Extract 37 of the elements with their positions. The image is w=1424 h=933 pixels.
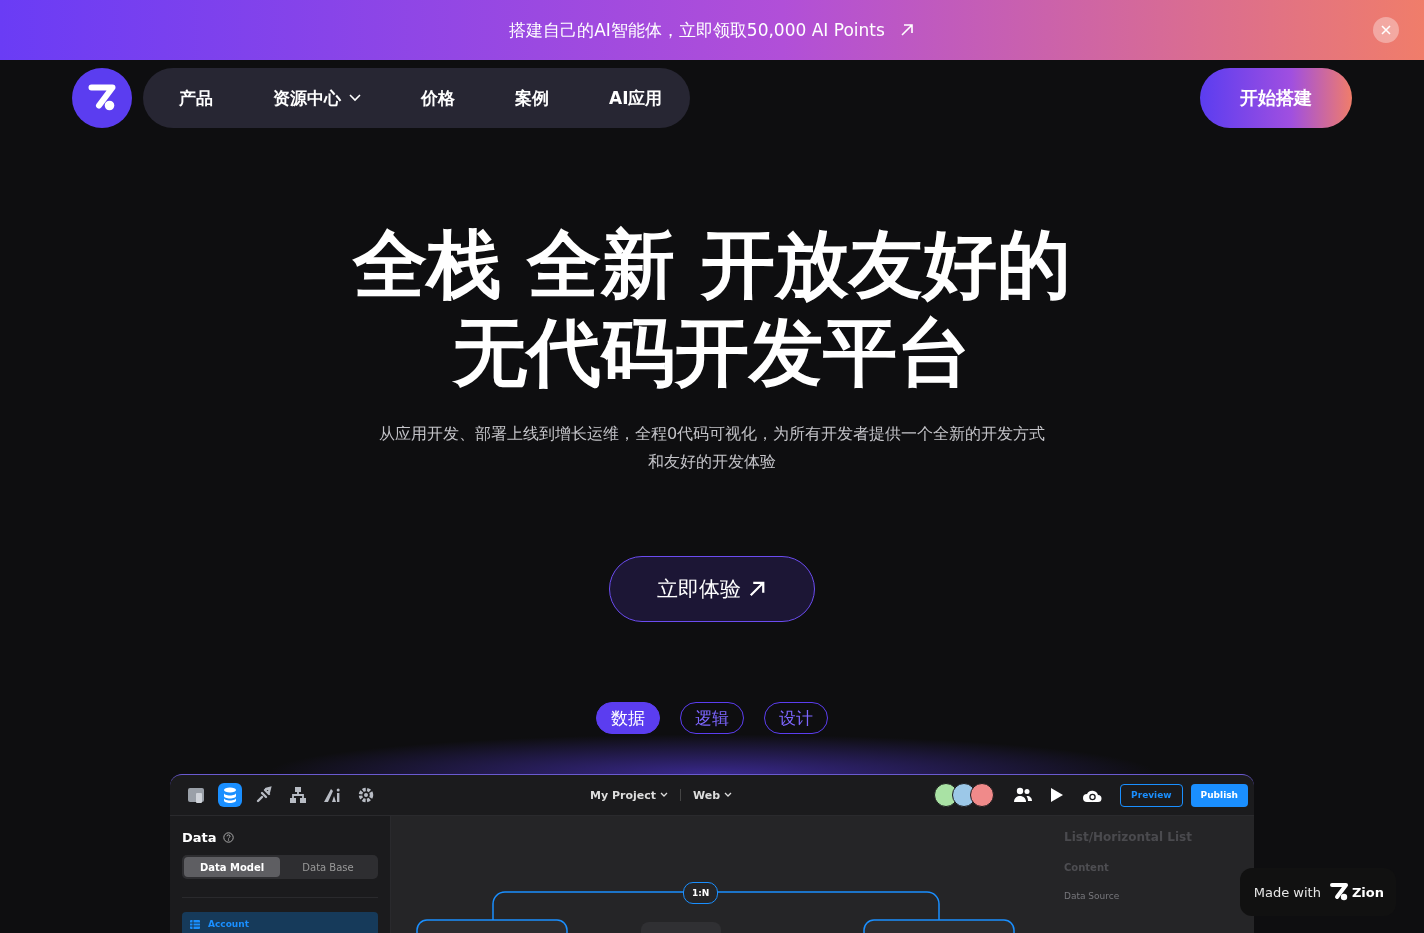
help-icon[interactable]: [222, 832, 234, 843]
hero-subtitle: 从应用开发、部署上线到增长运维，全程0代码可视化，为所有开发者提供一个全新的开发方式 和友好的开发体验: [378, 423, 1046, 473]
try-now-button[interactable]: 立即体验: [609, 556, 815, 622]
brand-logo-icon: [1328, 882, 1349, 902]
table-icon: [190, 919, 200, 929]
nav-link[interactable]: AI应用: [609, 86, 663, 110]
model-list-item[interactable]: Account: [182, 912, 378, 933]
segment-tab[interactable]: Data Base: [280, 857, 376, 877]
play-icon[interactable]: [1050, 787, 1065, 803]
brand-name: Zion: [1351, 884, 1384, 900]
close-button[interactable]: [1373, 17, 1399, 43]
project-dropdown[interactable]: My Project: [590, 788, 668, 802]
start-building-button[interactable]: 开始搭建: [1200, 68, 1352, 128]
segment-tab[interactable]: Data Model: [184, 857, 280, 877]
preview-button[interactable]: Preview: [1120, 783, 1183, 807]
made-with-text: Made with: [1253, 884, 1321, 900]
relation-label: 1:N: [683, 882, 719, 904]
users-icon[interactable]: [1014, 787, 1033, 803]
sidebar-title: Data: [182, 830, 217, 845]
hero-title: 全栈 全新 开放友好的 无代码开发平台: [353, 220, 1071, 396]
nav-link[interactable]: 产品: [179, 86, 213, 110]
nav-link[interactable]: 价格: [421, 86, 455, 110]
arrow-icon: [747, 579, 767, 599]
field-label: Data Source: [1064, 891, 1121, 901]
database-icon[interactable]: [218, 783, 242, 807]
avatar: [970, 783, 995, 807]
logo-icon[interactable]: [72, 68, 132, 128]
feature-tab[interactable]: 数据: [596, 702, 660, 734]
chevron-down-icon: [660, 792, 668, 798]
close-icon: [1381, 25, 1391, 35]
publish-button[interactable]: Publish: [1190, 783, 1248, 807]
nav-link[interactable]: 案例: [515, 86, 549, 110]
banner-text[interactable]: 搭建自己的AI智能体，立即领取50,000 AI Points: [509, 18, 885, 42]
platform-dropdown[interactable]: Web: [693, 788, 733, 802]
chevron-down-icon: [724, 792, 733, 798]
cloud-sync-icon[interactable]: [1082, 788, 1103, 802]
nav-link[interactable]: 资源中心: [273, 86, 361, 110]
